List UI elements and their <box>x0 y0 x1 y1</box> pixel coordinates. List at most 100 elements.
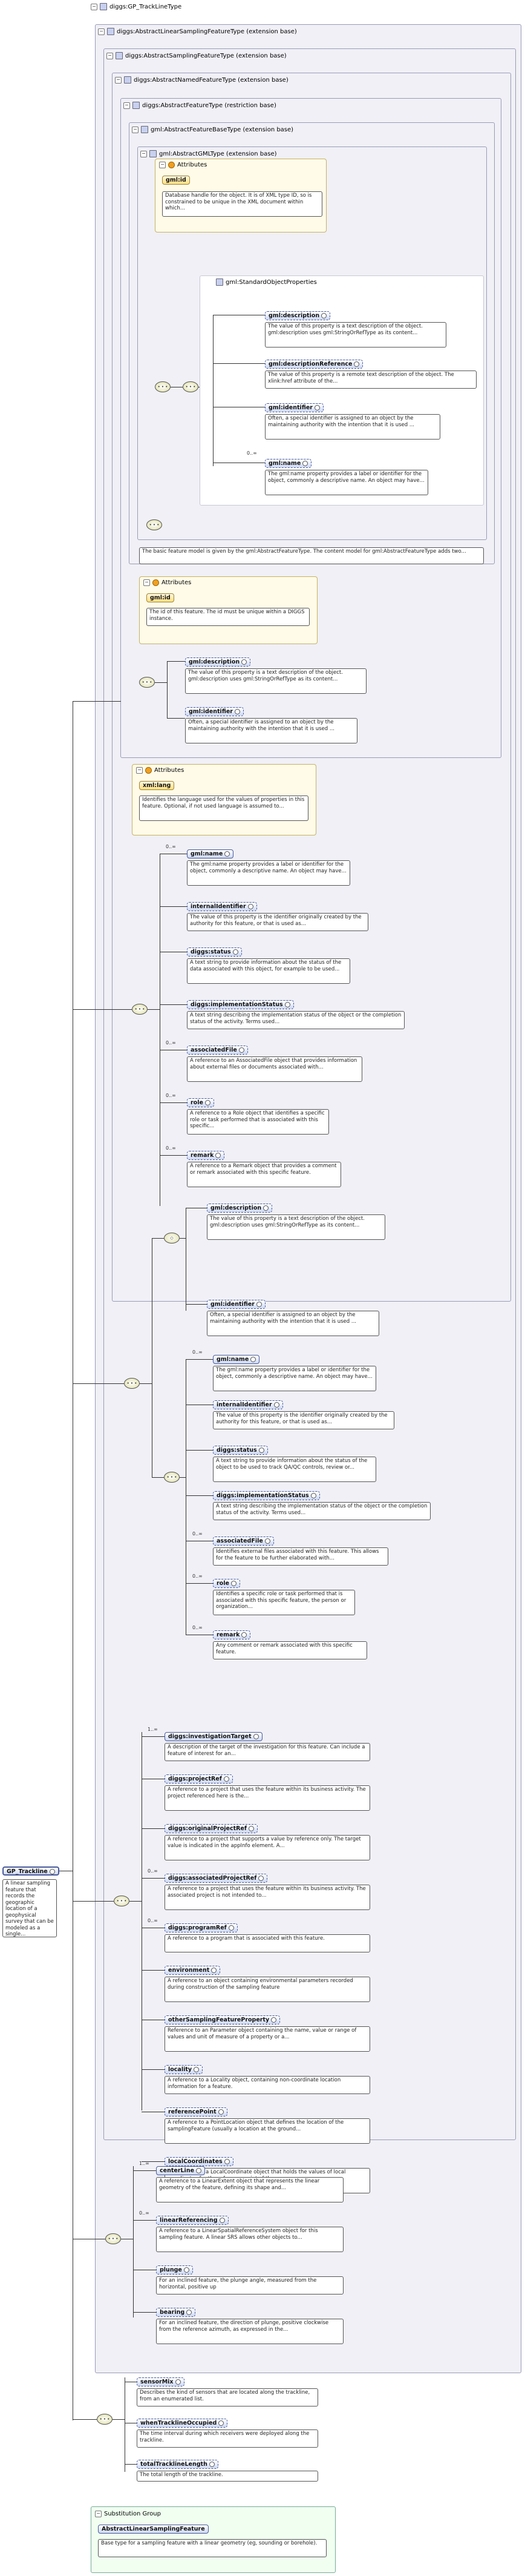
element-gml-identifier[interactable]: gml:identifier <box>265 403 324 412</box>
element-gml-name[interactable]: gml:name <box>213 1355 260 1364</box>
element-gml-description[interactable]: gml:description <box>207 1204 273 1213</box>
element-description: A reference to a Locality object, contai… <box>165 2076 370 2094</box>
element-remark[interactable]: remark <box>187 1151 225 1160</box>
attribute-gml-id[interactable]: gml:id <box>162 176 190 185</box>
root-element-description: A linear sampling feature that records t… <box>2 1879 57 1937</box>
ext-title: diggs:AbstractLinearSamplingFeatureType … <box>117 28 297 35</box>
collapse-toggle[interactable]: − <box>159 162 166 168</box>
element-center-line[interactable]: centerLine <box>156 2166 206 2175</box>
attribute-gml-id[interactable]: gml:id <box>146 593 174 602</box>
complex-type-icon <box>149 150 157 157</box>
element-role[interactable]: role <box>213 1579 240 1588</box>
element-description: A reference to a Role object that identi… <box>187 1109 329 1135</box>
element-locality[interactable]: locality <box>165 2065 203 2074</box>
collapse-toggle[interactable]: − <box>132 126 139 133</box>
element-description: For an inclined feature, the plunge angl… <box>156 2276 344 2294</box>
element-diggs-status[interactable]: diggs:status <box>187 947 242 957</box>
attributes-icon <box>168 162 175 168</box>
sequence-icon[interactable]: • • • <box>124 1378 140 1389</box>
collapse-toggle[interactable]: − <box>136 767 143 774</box>
element-diggs-project-ref[interactable]: diggs:projectRef <box>165 1774 233 1784</box>
sequence-icon[interactable]: • • • <box>139 677 155 688</box>
type-description: The basic feature model is given by the … <box>139 547 484 564</box>
element-environment[interactable]: environment <box>165 1966 221 1975</box>
sequence-icon[interactable]: • • • <box>183 381 198 392</box>
element-diggs-implementation-status[interactable]: diggs:implementationStatus <box>213 1491 320 1500</box>
element-diggs-status[interactable]: diggs:status <box>213 1446 268 1455</box>
element-gml-name[interactable]: gml:name <box>265 459 312 468</box>
collapse-toggle[interactable]: − <box>140 150 147 157</box>
element-diggs-program-ref[interactable]: diggs:programRef <box>165 1923 238 1932</box>
element-role[interactable]: role <box>187 1098 214 1107</box>
attribute-xml-lang[interactable]: xml:lang <box>139 781 175 790</box>
element-linear-referencing[interactable]: linearReferencing <box>156 2216 229 2225</box>
element-when-trackline-occupied[interactable]: whenTracklineOccupied <box>137 2419 228 2428</box>
choice-icon[interactable]: ◇ <box>164 1233 180 1244</box>
ext-title: gml:AbstractGMLType (extension base) <box>159 150 277 157</box>
element-description: A reference to an AssociatedFile object … <box>187 1056 362 1082</box>
element-gml-description[interactable]: gml:description <box>265 311 331 320</box>
element-diggs-associated-project-ref[interactable]: diggs:associatedProjectRef <box>165 1874 268 1883</box>
element-local-coordinates[interactable]: localCoordinates <box>165 2157 233 2166</box>
sequence-icon[interactable]: • • • <box>97 2414 112 2425</box>
substitution-description: Base type for a sampling feature with a … <box>98 2539 327 2557</box>
root-type-title: diggs:GP_TrackLineType <box>109 3 182 10</box>
sequence-icon[interactable]: • • • <box>132 1004 148 1015</box>
element-gml-description[interactable]: gml:description <box>185 657 251 667</box>
element-gml-identifier[interactable]: gml:identifier <box>207 1300 266 1309</box>
element-description: A reference to a PointLocation object th… <box>165 2118 370 2144</box>
element-description: The value of this property is a text des… <box>207 1214 385 1240</box>
collapse-toggle[interactable]: − <box>98 28 105 35</box>
collapse-toggle[interactable]: − <box>95 2511 102 2517</box>
element-associated-file[interactable]: associatedFile <box>187 1046 248 1055</box>
collapse-toggle[interactable]: − <box>106 52 113 59</box>
element-other-sampling-feature-property[interactable]: otherSamplingFeatureProperty <box>165 2015 281 2024</box>
sequence-icon[interactable]: • • • <box>105 2233 121 2244</box>
element-description: A reference to an object containing envi… <box>165 1977 370 2002</box>
element-bearing[interactable]: bearing <box>156 2308 196 2317</box>
collapse-toggle[interactable]: − <box>115 76 122 84</box>
sequence-icon[interactable]: • • • <box>114 1896 129 1906</box>
element-sensor-mix[interactable]: sensorMix <box>137 2377 184 2387</box>
collapse-toggle[interactable]: − <box>143 579 150 586</box>
element-total-trackline-length[interactable]: totalTracklineLength <box>137 2460 218 2469</box>
element-description: The gml:name property provides a label o… <box>265 470 428 495</box>
cardinality: 0..∞ <box>166 1040 176 1046</box>
ext-title: diggs:AbstractFeatureType (restriction b… <box>142 102 276 109</box>
element-internal-identifier[interactable]: internalIdentifier <box>213 1400 283 1409</box>
sequence-icon[interactable]: • • • <box>155 381 171 392</box>
element-gml-description-reference[interactable]: gml:descriptionReference <box>265 360 364 369</box>
root-element-gp-trackline[interactable]: GP_Trackline <box>2 1866 59 1876</box>
element-description: A reference to a program that is associa… <box>165 1934 370 1952</box>
cardinality: 0..∞ <box>192 1573 203 1579</box>
complex-type-icon <box>132 102 140 109</box>
element-diggs-implementation-status[interactable]: diggs:implementationStatus <box>187 1000 294 1009</box>
element-description: Any comment or remark associated with th… <box>213 1641 367 1659</box>
collapse-toggle[interactable]: − <box>123 102 130 109</box>
element-remark[interactable]: remark <box>213 1630 251 1639</box>
sequence-icon[interactable]: • • • <box>146 519 162 530</box>
element-reference-point[interactable]: referencePoint <box>165 2107 227 2116</box>
element-description: Identifies a specific role or task perfo… <box>213 1590 355 1615</box>
element-description: Reference to an Parameter object contain… <box>165 2026 370 2052</box>
cardinality: 0..∞ <box>139 2210 149 2216</box>
element-plunge[interactable]: plunge <box>156 2265 193 2275</box>
element-abstract-linear-sampling-feature[interactable]: AbstractLinearSamplingFeature <box>98 2525 209 2534</box>
element-description: Identifies external files associated wit… <box>213 1547 388 1566</box>
element-associated-file[interactable]: associatedFile <box>213 1537 274 1546</box>
cardinality: 0..∞ <box>247 450 257 456</box>
element-diggs-original-project-ref[interactable]: diggs:originalProjectRef <box>165 1824 258 1833</box>
element-diggs-investigation-target[interactable]: diggs:investigationTarget <box>165 1732 262 1741</box>
element-gml-name[interactable]: gml:name <box>187 849 234 858</box>
group-icon <box>216 278 223 286</box>
element-internal-identifier[interactable]: internalIdentifier <box>187 902 257 911</box>
element-description: A text string to provide information abo… <box>187 958 350 984</box>
element-description: The value of this property is a remote t… <box>265 371 477 389</box>
complex-type-icon <box>141 126 148 133</box>
cardinality: 0..∞ <box>192 1349 203 1355</box>
element-gml-identifier[interactable]: gml:identifier <box>185 707 244 716</box>
cardinality: 0..∞ <box>192 1531 203 1537</box>
collapse-toggle[interactable]: − <box>91 3 97 10</box>
sequence-icon[interactable]: • • • <box>164 1472 180 1483</box>
substitution-group-title: Substitution Group <box>104 2511 161 2517</box>
